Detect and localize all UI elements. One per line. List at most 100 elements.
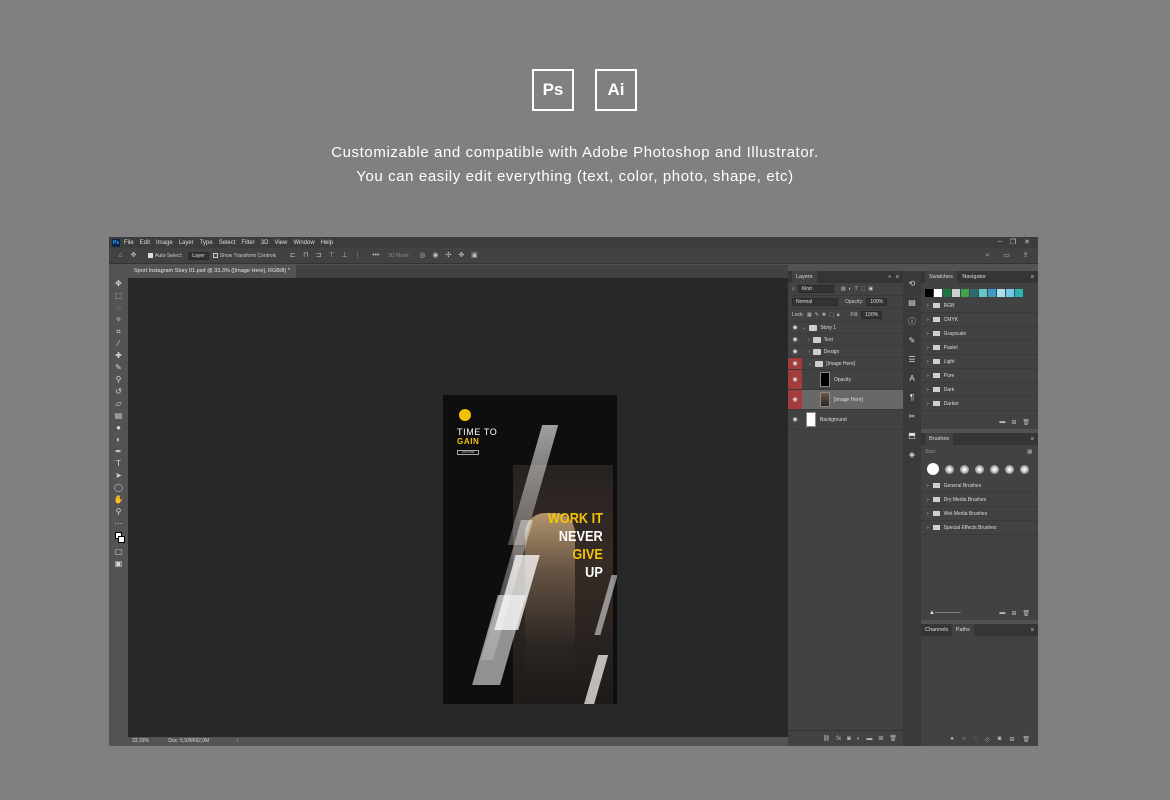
more-tools-icon[interactable]: ⋯ [113,518,125,530]
load-selection-icon[interactable]: ◌ [974,736,978,742]
swatch[interactable] [925,289,933,297]
move-tool-icon[interactable]: ✥ [130,252,137,259]
menu-window[interactable]: Window [293,240,314,246]
eraser-tool-icon[interactable]: ▱ [113,398,125,410]
layer-row-background[interactable]: ◉ Background [788,410,903,430]
new-path-icon[interactable]: ⊞ [1009,736,1014,743]
panel-menu-icon[interactable]: ≡ [1031,433,1034,445]
make-path-icon[interactable]: ◇ [985,736,990,743]
quick-mask-icon[interactable]: ▢ [113,546,125,558]
swatch[interactable] [1006,289,1014,297]
type-tool-icon[interactable]: T [113,458,125,470]
fx-icon[interactable]: fx [836,736,841,742]
new-layer-icon[interactable]: ⊞ [878,735,883,742]
slide-3d-icon[interactable]: ✥ [458,252,465,259]
close-icon[interactable]: ✕ [1024,238,1030,246]
stroke-path-icon[interactable]: ○ [962,736,966,742]
opacity-input[interactable]: 100% [866,298,888,306]
group-row[interactable]: › Pastel [921,341,1038,355]
align-right-icon[interactable]: ⊐ [315,252,322,259]
align-left-icon[interactable]: ⊏ [289,252,296,259]
brush-size-slider[interactable]: ▲────── [929,610,960,616]
lock-paint-icon[interactable]: ✎ [815,309,819,322]
fill-path-icon[interactable]: ● [950,736,954,742]
brush-preset[interactable] [960,464,969,474]
chevron-right-icon[interactable]: › [927,497,929,503]
document-tab[interactable]: Sport Instagram Story 01.psd @ 33,3% ([I… [128,265,296,278]
canvas-area[interactable]: TIME TO GAIN JOIN NOW WORK IT NEVER GIVE… [128,278,788,737]
visibility-eye-icon[interactable]: ◉ [788,410,802,429]
layer-row-image-group[interactable]: ◉ ⌄ [Image Here] [788,358,903,370]
ellipse-tool-icon[interactable]: ◯ [113,482,125,494]
chevron-right-icon[interactable]: › [927,511,929,517]
chevron-right-icon[interactable]: › [927,483,929,489]
fill-input[interactable]: 100% [861,311,883,319]
history-icon[interactable]: ⟲ [906,278,918,290]
menu-edit[interactable]: Edit [140,240,150,246]
expand-chevron-icon[interactable]: › [808,349,810,355]
new-group-icon[interactable]: ▬ [999,419,1005,425]
visibility-eye-icon[interactable]: ◉ [788,370,802,389]
3d-icon[interactable]: ⬒ [906,430,918,442]
tab-channels[interactable]: Channels [925,627,948,633]
align-center-icon[interactable]: ⊓ [302,252,309,259]
visibility-eye-icon[interactable]: ◉ [788,390,802,409]
swatch[interactable] [997,289,1005,297]
brush-panel-icon[interactable]: ✎ [906,335,918,347]
libraries-icon[interactable]: ▤ [906,297,918,309]
panel-menu-icon[interactable]: ≡ [1031,271,1034,283]
layer-row-text[interactable]: ◉ › Text [788,334,903,346]
tab-brushes[interactable]: Brushes [925,433,954,445]
lock-all-icon[interactable]: 🔒︎ [837,309,840,322]
zoom-tool-icon[interactable]: ⚲ [113,506,125,518]
eyedropper-tool-icon[interactable]: ⁄ [113,338,125,350]
brush-preset[interactable] [945,464,954,474]
trash-icon[interactable]: 🗑︎ [1022,419,1030,426]
swatch[interactable] [961,289,969,297]
crop-tool-icon[interactable]: ⌗ [113,326,125,338]
blend-mode-select[interactable]: Normal [792,298,838,306]
group-row[interactable]: › Wet Media Brushes [921,507,1038,521]
more-icon[interactable]: ••• [372,252,379,259]
layer-row-opacity[interactable]: ◉ Opacity [788,370,903,390]
tab-paths[interactable]: Paths [951,624,974,636]
zoom-level[interactable]: 33,33% [132,738,149,744]
chevron-right-icon[interactable]: › [927,317,929,323]
chevron-right-icon[interactable]: › [927,303,929,309]
menu-help[interactable]: Help [321,240,333,246]
status-arrow-icon[interactable]: › [237,738,239,744]
chevron-right-icon[interactable]: › [927,401,929,407]
filter-adjust-icon[interactable]: ◐ [849,283,852,296]
quick-select-tool-icon[interactable]: ✧ [113,314,125,326]
expand-chevron-icon[interactable]: ⌄ [808,361,812,367]
collapse-icon[interactable]: » [888,271,891,283]
filter-smart-icon[interactable]: ▣ [868,283,873,296]
expand-chevron-icon[interactable]: › [808,337,810,343]
group-row[interactable]: › Special Effects Brushes [921,521,1038,535]
visibility-eye-icon[interactable]: ◉ [788,322,802,333]
lock-pixels-icon[interactable]: ▦ [807,309,812,322]
workspace-icon[interactable]: ▭ [1003,252,1010,259]
distribute-icon[interactable]: ⋮ [354,252,361,259]
brush-preset[interactable] [927,463,939,475]
new-group-icon[interactable]: ▬ [999,610,1005,616]
visibility-eye-icon[interactable]: ◉ [788,346,802,357]
path-select-tool-icon[interactable]: ➤ [113,470,125,482]
new-brush-icon[interactable]: ⊞ [1011,610,1016,617]
restore-icon[interactable]: ❐ [1010,238,1016,246]
menu-3d[interactable]: 3D [261,240,269,246]
hand-tool-icon[interactable]: ✋ [113,494,125,506]
layer-row-story1[interactable]: ◉ ⌄ Story 1 [788,322,903,334]
chevron-right-icon[interactable]: › [927,525,929,531]
group-row[interactable]: › Grayscale [921,327,1038,341]
tools-preset-icon[interactable]: ✂ [906,411,918,423]
document-canvas[interactable]: TIME TO GAIN JOIN NOW WORK IT NEVER GIVE… [443,395,617,704]
swatch[interactable] [943,289,951,297]
healing-tool-icon[interactable]: ✚ [113,350,125,362]
properties-icon[interactable]: ☰ [906,354,918,366]
panel-menu-icon[interactable]: ≡ [1031,624,1034,636]
group-row[interactable]: › Pure [921,369,1038,383]
layer-row-image[interactable]: ◉ [Image Here] [788,390,903,410]
brush-preset[interactable] [1005,464,1014,474]
roll-icon[interactable]: ◉ [432,252,439,259]
